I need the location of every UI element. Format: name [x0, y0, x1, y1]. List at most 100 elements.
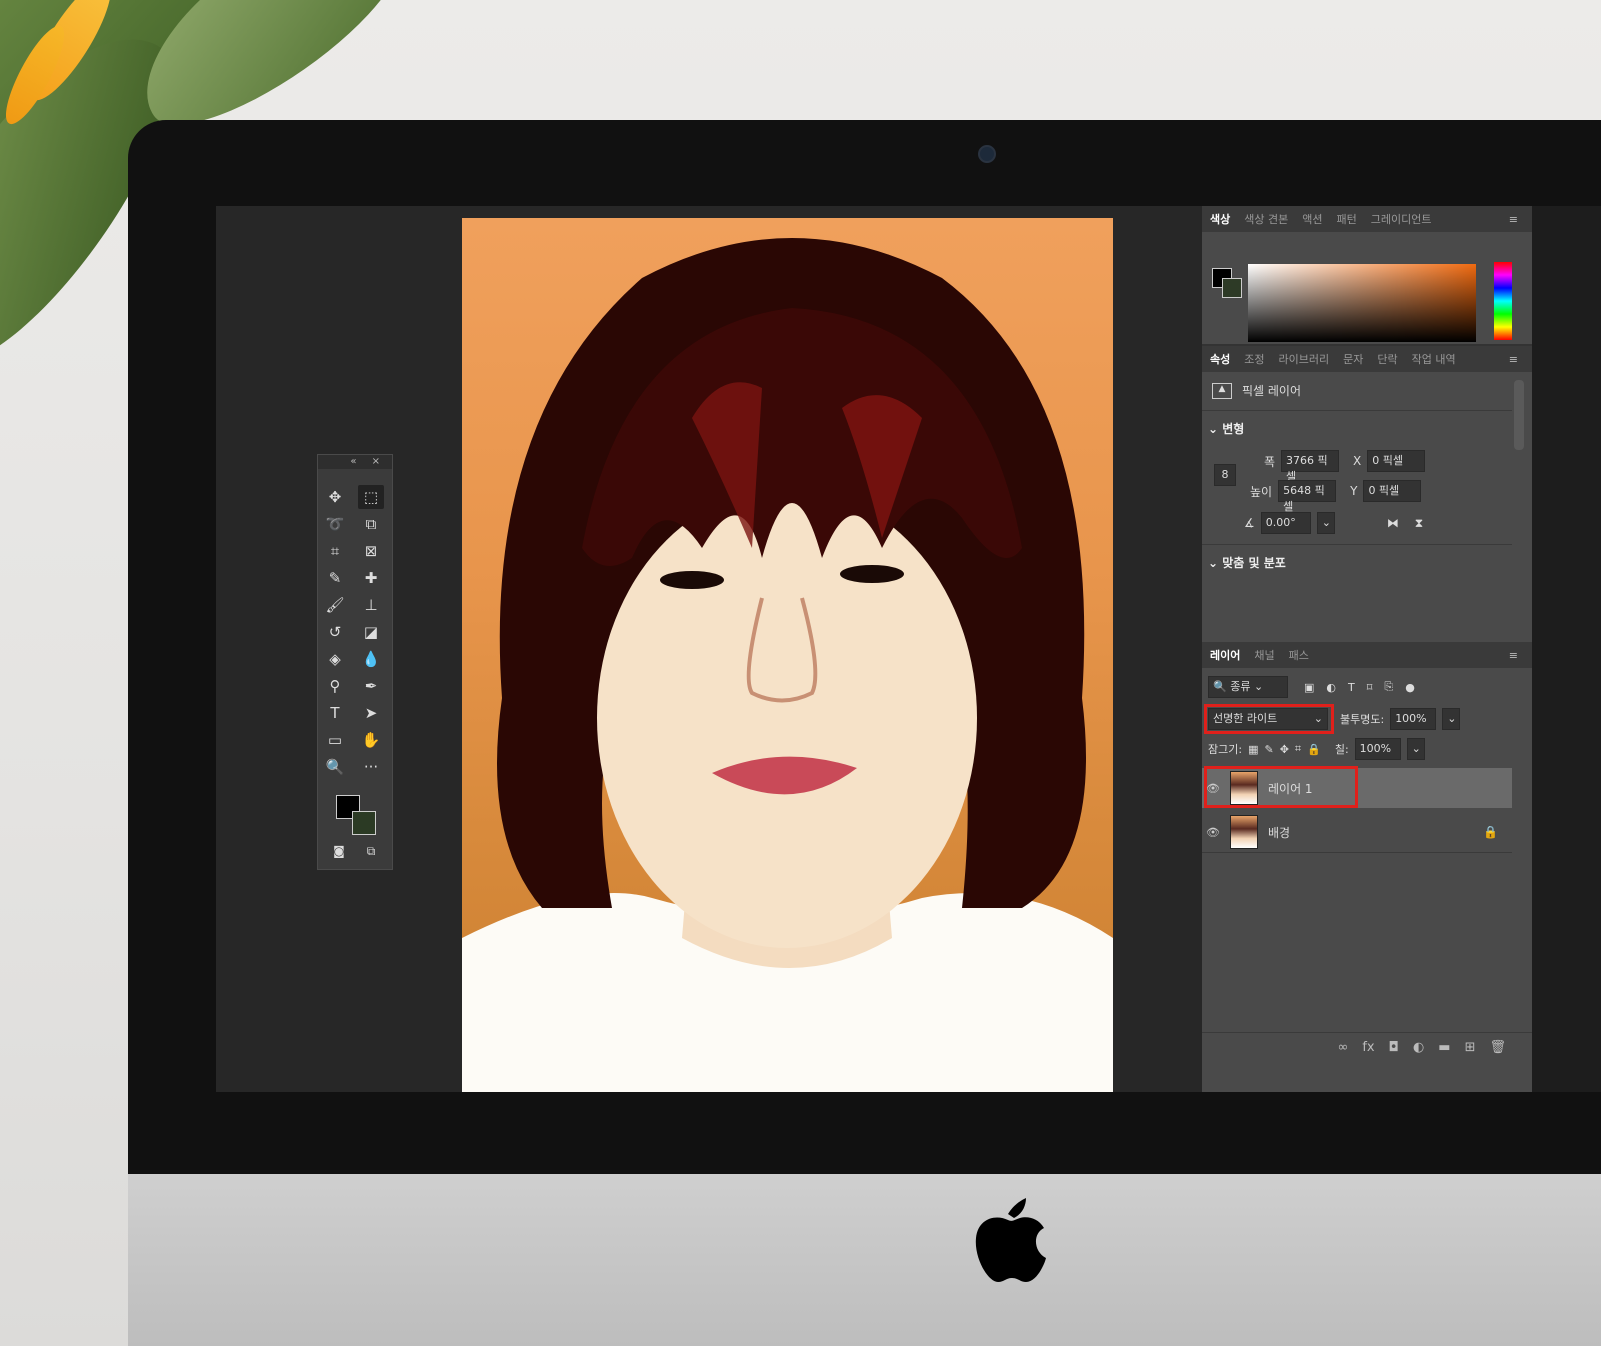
blur-icon[interactable]: 💧	[358, 647, 384, 671]
adjustment-layer-icon[interactable]: ◐	[1413, 1040, 1424, 1055]
layer-thumbnail	[1230, 815, 1258, 849]
folder-icon[interactable]: ▬	[1438, 1040, 1450, 1055]
chevron-down-icon[interactable]: ⌄	[1406, 738, 1425, 760]
chevron-down-icon[interactable]: ⌄	[1442, 708, 1461, 730]
lock-position-icon[interactable]: ✥	[1280, 743, 1289, 756]
lock-pixels-icon[interactable]: ✎	[1264, 743, 1273, 756]
filter-adjustment-icon[interactable]: ◐	[1326, 681, 1336, 694]
fill-label: 칠:	[1334, 743, 1349, 756]
move-icon[interactable]: ✥	[322, 485, 348, 509]
document-canvas[interactable]	[462, 218, 1113, 1092]
panel-menu-icon[interactable]: ≡	[1509, 353, 1518, 366]
scrollbar[interactable]	[1514, 380, 1524, 450]
object-select-icon[interactable]: ⧉	[358, 512, 384, 536]
imac-chin	[128, 1174, 1601, 1346]
width-label: 폭	[1264, 454, 1276, 469]
filter-pixel-icon[interactable]: ▣	[1304, 681, 1314, 694]
tab-libraries[interactable]: 라이브러리	[1279, 351, 1330, 367]
fill-field[interactable]: 100%	[1354, 738, 1401, 760]
height-field[interactable]: 5648 픽셀	[1278, 480, 1337, 513]
lock-all-icon[interactable]: 🔒	[1307, 743, 1321, 756]
camera	[978, 145, 996, 163]
tab-paths[interactable]: 패스	[1289, 647, 1309, 663]
layers-panel-tabs: 레이어 채널 패스 ≡	[1202, 642, 1532, 668]
width-row: 폭 3766 픽셀 X 0 픽셀	[1264, 450, 1426, 483]
history-brush-icon[interactable]: ↺	[322, 620, 348, 644]
pen-icon[interactable]: ✒	[358, 674, 384, 698]
rectangle-icon[interactable]: ▭	[322, 728, 348, 752]
divider	[1202, 410, 1512, 411]
filter-kind-select[interactable]: 🔍 종류 ⌄	[1208, 676, 1288, 698]
stamp-icon[interactable]: ⊥	[358, 593, 384, 617]
marquee-icon[interactable]: ⬚	[358, 485, 384, 509]
tab-swatches[interactable]: 색상 견본	[1244, 211, 1288, 227]
opacity-field[interactable]: 100%	[1390, 708, 1437, 730]
divider	[1202, 852, 1512, 853]
trash-icon[interactable]: 🗑	[1489, 1040, 1506, 1055]
tab-gradients[interactable]: 그레이디언트	[1371, 211, 1432, 227]
path-select-icon[interactable]: ➤	[358, 701, 384, 725]
height-row: 높이 5648 픽셀 Y 0 픽셀	[1250, 480, 1422, 513]
zoom-icon[interactable]: 🔍	[322, 755, 348, 779]
eyedropper-icon[interactable]: ✎	[322, 566, 348, 590]
dodge-icon[interactable]: ⚲	[322, 674, 348, 698]
panel-menu-icon[interactable]: ≡	[1509, 649, 1518, 662]
hue-slider[interactable]	[1494, 262, 1512, 340]
frame-icon[interactable]: ⊠	[358, 539, 384, 563]
tab-properties[interactable]: 속성	[1210, 351, 1230, 367]
color-picker-field[interactable]	[1248, 264, 1476, 342]
quick-mask-icon[interactable]: ◙	[326, 839, 352, 863]
angle-field[interactable]: 0.00°	[1260, 512, 1311, 534]
chevron-down-icon[interactable]: ⌄	[1316, 512, 1335, 534]
more-icon[interactable]: ···	[358, 755, 384, 779]
tab-channels[interactable]: 채널	[1254, 647, 1274, 663]
eye-icon[interactable]: 👁	[1202, 826, 1224, 839]
flip-vertical-icon[interactable]: ⧗	[1415, 516, 1423, 531]
tab-actions[interactable]: 액션	[1302, 211, 1322, 227]
brush-icon[interactable]: 🖌	[322, 593, 348, 617]
layer-name[interactable]: 배경	[1268, 824, 1290, 841]
new-layer-icon[interactable]: ⊞	[1465, 1040, 1476, 1055]
y-label: Y	[1350, 484, 1358, 498]
bucket-icon[interactable]: ◈	[322, 647, 348, 671]
eraser-icon[interactable]: ◪	[358, 620, 384, 644]
tab-layers[interactable]: 레이어	[1210, 647, 1240, 663]
width-field[interactable]: 3766 픽셀	[1281, 450, 1340, 483]
tab-patterns[interactable]: 패턴	[1336, 211, 1356, 227]
lasso-icon[interactable]: ➰	[322, 512, 348, 536]
filter-shape-icon[interactable]: ⌑	[1367, 681, 1373, 694]
background-color-swatch[interactable]	[352, 811, 376, 835]
screen-mode-icon[interactable]: ⧉	[358, 839, 384, 863]
fx-icon[interactable]: fx	[1362, 1040, 1374, 1055]
filter-toggle-icon[interactable]: ●	[1405, 681, 1415, 694]
layer-type-row: ▲ 픽셀 레이어	[1212, 382, 1301, 399]
transform-section-header[interactable]: ⌄ 변형	[1208, 420, 1244, 437]
color-background-swatch[interactable]	[1222, 278, 1242, 298]
y-field[interactable]: 0 픽셀	[1363, 480, 1422, 502]
right-panel-dock: 색상 색상 견본 액션 패턴 그레이디언트 ≡ 속성 조정 라이브러리 문자 단…	[1202, 206, 1532, 1092]
tab-adjustments[interactable]: 조정	[1244, 351, 1264, 367]
align-section-header[interactable]: ⌄ 맞춤 및 분포	[1208, 554, 1286, 571]
link-icon[interactable]: ∞	[1338, 1040, 1349, 1055]
x-field[interactable]: 0 픽셀	[1367, 450, 1426, 472]
x-label: X	[1353, 454, 1362, 468]
crop-icon[interactable]: ⌗	[322, 539, 348, 563]
hand-icon[interactable]: ✋	[358, 728, 384, 752]
panel-menu-icon[interactable]: ≡	[1509, 213, 1518, 226]
healing-icon[interactable]: ✚	[358, 566, 384, 590]
toolbox-header[interactable]: « ×	[318, 455, 392, 469]
mask-icon[interactable]: ◘	[1389, 1040, 1399, 1055]
tab-paragraph[interactable]: 단락	[1377, 351, 1397, 367]
layers-bottom-bar: ∞ fx ◘ ◐ ▬ ⊞ 🗑	[1202, 1032, 1532, 1062]
text-icon[interactable]: T	[322, 701, 348, 725]
layer-row-background[interactable]: 👁 배경 🔒	[1202, 812, 1512, 852]
flip-horizontal-icon[interactable]: ⧓	[1387, 516, 1399, 530]
filter-smart-icon[interactable]: ⎘	[1384, 680, 1393, 694]
lock-artboard-icon[interactable]: ⌗	[1295, 742, 1301, 756]
link-dimensions-icon[interactable]: 8	[1214, 464, 1236, 486]
filter-type-icon[interactable]: T	[1348, 681, 1355, 694]
tab-character[interactable]: 문자	[1343, 351, 1363, 367]
tab-color[interactable]: 색상	[1210, 211, 1230, 227]
lock-transparent-icon[interactable]: ▦	[1248, 743, 1258, 756]
tab-history[interactable]: 작업 내역	[1412, 351, 1456, 367]
